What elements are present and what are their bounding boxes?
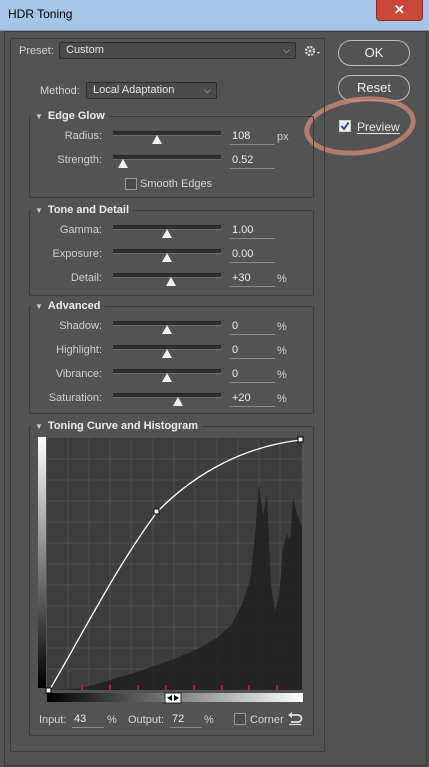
highlight-label: Highlight: (56, 344, 102, 356)
exposure-value[interactable]: 0.00 (230, 248, 275, 263)
strength-slider-thumb[interactable] (117, 159, 128, 168)
detail-unit: % (277, 273, 287, 285)
saturation-unit: % (277, 393, 287, 405)
radius-value[interactable]: 108 (230, 130, 275, 145)
detail-slider-thumb[interactable] (166, 277, 177, 286)
curve-point-black[interactable] (45, 687, 52, 694)
chevron-down-icon: ⌵ (204, 85, 211, 95)
gamma-slider-thumb[interactable] (162, 229, 172, 238)
curve-point-white[interactable] (297, 436, 304, 443)
smooth-edges-checkbox[interactable] (125, 178, 137, 190)
input-value[interactable]: 43 (72, 713, 104, 728)
output-unit: % (204, 714, 214, 726)
corner-checkbox[interactable] (234, 713, 246, 725)
close-button[interactable]: ✕ (376, 0, 423, 21)
curve-editor[interactable] (37, 436, 307, 704)
shadow-slider-thumb[interactable] (162, 325, 172, 334)
saturation-slider-thumb[interactable] (172, 397, 183, 406)
strength-label: Strength: (57, 154, 102, 166)
input-label: Input: (39, 714, 67, 726)
radius-slider-track[interactable] (113, 131, 221, 136)
shadow-unit: % (277, 321, 287, 333)
collapse-chevron-icon: ▼ (35, 302, 43, 311)
reset-curve-icon[interactable] (287, 711, 303, 726)
vibrance-unit: % (277, 369, 287, 381)
toning-curve-header[interactable]: ▼ Toning Curve and Histogram (31, 420, 203, 432)
vibrance-label: Vibrance: (55, 368, 102, 380)
window-title: HDR Toning (8, 7, 73, 21)
tone-detail-header[interactable]: ▼ Tone and Detail (31, 204, 134, 216)
saturation-label: Saturation: (48, 392, 102, 404)
smooth-edges-label[interactable]: Smooth Edges (140, 178, 212, 190)
output-label: Output: (128, 714, 165, 726)
edge-glow-header[interactable]: ▼ Edge Glow (31, 110, 109, 122)
highlight-value[interactable]: 0 (230, 344, 275, 359)
output-value[interactable]: 72 (170, 713, 202, 728)
exposure-slider-thumb[interactable] (162, 253, 172, 262)
shadow-label: Shadow: (59, 320, 102, 332)
vibrance-value[interactable]: 0 (230, 368, 275, 383)
radius-unit: px (277, 131, 289, 143)
input-slider-handles[interactable] (164, 692, 182, 704)
strength-slider-track[interactable] (113, 155, 221, 160)
exposure-label: Exposure: (52, 248, 102, 260)
collapse-chevron-icon: ▼ (35, 206, 43, 215)
radius-label: Radius: (64, 130, 102, 142)
collapse-chevron-icon: ▼ (35, 422, 43, 431)
corner-label[interactable]: Corner (250, 714, 284, 726)
title-bar: HDR Toning (0, 0, 429, 31)
method-value: Local Adaptation (93, 84, 175, 96)
method-label: Method: (40, 85, 80, 97)
gamma-value[interactable]: 1.00 (230, 224, 275, 239)
saturation-value[interactable]: +20 (230, 392, 275, 407)
detail-value[interactable]: +30 (230, 272, 275, 287)
collapse-chevron-icon: ▼ (35, 112, 43, 121)
gamma-label: Gamma: (59, 224, 102, 236)
shadow-value[interactable]: 0 (230, 320, 275, 335)
ok-button[interactable]: OK (338, 40, 410, 66)
radius-slider-thumb[interactable] (152, 135, 163, 144)
method-dropdown[interactable]: Local Adaptation ⌵ (86, 82, 217, 99)
curve-point-selected[interactable] (153, 508, 160, 515)
output-gradient-bar (38, 437, 46, 688)
input-unit: % (107, 714, 117, 726)
advanced-header[interactable]: ▼ Advanced (31, 300, 105, 312)
detail-label: Detail: (70, 272, 102, 284)
highlight-slider-thumb[interactable] (162, 349, 172, 358)
saturation-slider-track[interactable] (113, 393, 221, 398)
strength-value[interactable]: 0.52 (230, 154, 275, 169)
highlight-unit: % (277, 345, 287, 357)
vibrance-slider-thumb[interactable] (162, 373, 172, 382)
